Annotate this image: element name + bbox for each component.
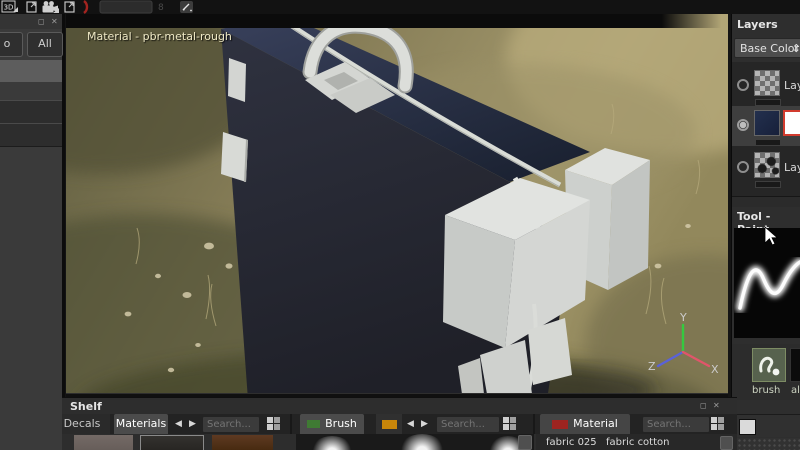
red-arc-icon	[83, 0, 89, 14]
orange-swatch-button[interactable]	[376, 414, 402, 434]
grid-view-icon[interactable]	[710, 416, 725, 431]
layer-radio[interactable]	[737, 79, 749, 91]
layer-label: Lay	[784, 161, 800, 174]
panel-divider	[732, 196, 800, 207]
viewport-3d[interactable]: Material - pbr-metal-rough Y Z X	[66, 14, 728, 400]
grid-view-icon[interactable]	[502, 416, 517, 431]
close-icon[interactable]: ✕	[713, 401, 720, 411]
x-axis	[681, 350, 711, 368]
brush-thumbnail-label: brush	[752, 385, 781, 396]
channel-select-value: Base Color	[740, 42, 800, 55]
left-panel-bar[interactable]	[0, 60, 62, 82]
tab-material-label: Material	[573, 417, 618, 430]
toolbar-field-value: 8	[158, 3, 164, 13]
prev-arrow-icon[interactable]: ◀	[172, 416, 185, 432]
mouse-cursor-icon	[764, 226, 779, 246]
layer-radio[interactable]	[737, 161, 749, 173]
red-swatch	[552, 419, 569, 429]
document-icon[interactable]	[64, 1, 75, 13]
export-document-icon[interactable]	[26, 1, 37, 13]
left-panel-row[interactable]	[0, 100, 62, 124]
toolbar-field[interactable]	[99, 0, 153, 14]
color-swatch[interactable]	[739, 419, 756, 435]
tab-decals[interactable]: Decals	[62, 414, 110, 434]
prev-arrow-icon[interactable]: ◀	[404, 416, 417, 432]
orange-swatch	[381, 419, 397, 429]
divider	[533, 414, 535, 434]
close-icon[interactable]: ✕	[51, 17, 58, 27]
layer-row[interactable]: Lay	[732, 66, 800, 106]
channel-select[interactable]: Base Color ⇕	[734, 38, 800, 58]
pencil-icon[interactable]	[180, 1, 193, 13]
scrollbar-thumb[interactable]	[720, 436, 733, 450]
layer-label: Lay	[784, 79, 800, 92]
z-axis	[656, 350, 685, 368]
brush-tip-preview[interactable]	[310, 436, 354, 450]
layer-row-selected[interactable]	[732, 106, 800, 146]
layer-thumbnail[interactable]	[754, 110, 780, 136]
left-panel: ◻ ✕ o All	[0, 14, 65, 450]
material-search-input[interactable]	[642, 416, 710, 433]
grid-view-icon[interactable]	[266, 416, 281, 431]
left-panel-row[interactable]	[0, 123, 62, 147]
layer-mask-thumbnail-selected[interactable]	[783, 110, 800, 136]
layer-row[interactable]: Lay	[732, 148, 800, 188]
material-thumbnail[interactable]	[212, 435, 273, 450]
brush-preview-area	[296, 434, 534, 450]
layer-opacity-bar[interactable]	[755, 139, 781, 146]
shelf-title: Shelf	[70, 400, 102, 413]
brush-green-swatch	[307, 420, 321, 428]
tab-brush[interactable]: Brush	[300, 414, 364, 434]
brush-search-input[interactable]	[436, 416, 500, 433]
channel-updown-icon: ⇕	[792, 39, 800, 58]
viewport-material-overlay: Material - pbr-metal-rough	[87, 30, 232, 43]
material-thumbnail[interactable]	[74, 435, 133, 450]
texture-strip	[732, 438, 800, 450]
scene-render	[66, 14, 728, 400]
3d-view-icon[interactable]: 3D	[1, 0, 18, 13]
layers-panel-title: Layers	[737, 18, 778, 31]
divider	[290, 414, 292, 434]
top-toolbar: 3D 8	[0, 0, 800, 14]
material-thumbnail-selected[interactable]	[140, 435, 204, 450]
camera-icon[interactable]	[42, 1, 60, 13]
svg-text:3D: 3D	[4, 4, 14, 12]
layer-list: Lay Lay	[732, 62, 800, 196]
z-axis-label: Z	[648, 360, 656, 373]
left-small-button[interactable]: o	[0, 32, 23, 57]
alpha-thumbnail[interactable]	[790, 348, 800, 382]
tab-materials[interactable]: Materials	[114, 414, 168, 434]
alpha-thumbnail-label: alp	[791, 385, 800, 396]
scrollbar-thumb[interactable]	[518, 435, 532, 450]
substance-painter-window: { "toolbar": { "view3d_label": "3D", "fi…	[0, 0, 800, 450]
material-name-list: fabric 025 fabric cotton	[536, 434, 737, 450]
layer-opacity-bar[interactable]	[755, 99, 781, 106]
axis-gizmo[interactable]: Y Z X	[645, 310, 725, 380]
tab-brush-label: Brush	[325, 417, 357, 430]
shelf-tabstrip: Decals Materials ◀ ▶ Brush ◀ ▶ Material	[62, 414, 737, 434]
layer-radio-on[interactable]	[737, 119, 749, 131]
material-item[interactable]: fabric cotton	[606, 437, 669, 448]
x-axis-label: X	[711, 363, 719, 376]
layer-thumbnail[interactable]	[754, 152, 780, 178]
stroke-preview	[734, 226, 800, 338]
left-panel-titlebar: ◻ ✕	[0, 14, 62, 29]
tool-thumbnails: brush alp	[732, 344, 800, 400]
tab-material[interactable]: Material	[540, 414, 630, 434]
right-panel: Layers Base Color ⇕ Lay	[731, 14, 800, 450]
undock-icon[interactable]: ◻	[700, 401, 707, 411]
brush-thumbnail[interactable]	[752, 348, 786, 382]
material-item[interactable]: fabric 025	[546, 437, 597, 448]
brush-tip-preview[interactable]	[398, 434, 446, 450]
shelf-panel: Shelf ◻ ✕ Decals Materials ◀ ▶ Brush ◀ ▶	[62, 397, 737, 450]
next-arrow-icon[interactable]: ▶	[186, 416, 199, 432]
layer-opacity-bar[interactable]	[755, 181, 781, 188]
materials-search-input[interactable]	[202, 416, 260, 433]
layer-thumbnail[interactable]	[754, 70, 780, 96]
y-axis-label: Y	[679, 311, 687, 324]
grayscale-swatch-bar	[732, 414, 800, 437]
all-button[interactable]: All	[27, 32, 63, 57]
next-arrow-icon[interactable]: ▶	[418, 416, 431, 432]
undock-icon[interactable]: ◻	[38, 17, 45, 27]
